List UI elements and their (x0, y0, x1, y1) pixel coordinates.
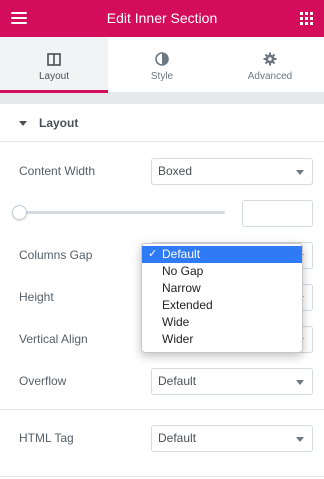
height-label: Height (19, 290, 54, 304)
option-label: Wider (162, 332, 194, 346)
caret-down-icon (19, 121, 27, 126)
dropdown-option-default[interactable]: ✓ Default (142, 246, 302, 263)
tab-layout-label: Layout (38, 71, 70, 82)
chevron-down-icon (296, 437, 304, 442)
content-width-value: Boxed (158, 164, 193, 178)
content-width-select[interactable]: Boxed (151, 158, 313, 185)
section-layout-title: Layout (39, 116, 79, 130)
overflow-label: Overflow (19, 374, 67, 388)
panel-title: Edit Inner Section (106, 10, 218, 26)
columns-gap-dropdown: ✓ Default No Gap Narrow Extended Wide Wi… (141, 243, 303, 353)
tab-style-label: Style (150, 71, 174, 82)
overflow-value: Default (158, 374, 197, 388)
tab-style[interactable]: Style (108, 37, 216, 93)
columns-gap-label: Columns Gap (19, 248, 93, 262)
width-slider-handle[interactable] (12, 205, 27, 220)
widgets-grid-icon[interactable] (300, 12, 313, 25)
panel-header: Edit Inner Section (0, 0, 324, 37)
html-tag-select[interactable]: Default (151, 425, 313, 452)
tabs-separator (0, 93, 324, 104)
overflow-select[interactable]: Default (151, 368, 313, 395)
panel-tabs: Layout Style Advanced (0, 37, 324, 93)
width-number-input[interactable] (242, 200, 313, 227)
gear-icon (216, 52, 324, 66)
dropdown-option-narrow[interactable]: Narrow (142, 280, 302, 297)
width-slider-track[interactable] (18, 211, 225, 214)
html-tag-label: HTML Tag (19, 431, 74, 445)
dropdown-option-extended[interactable]: Extended (142, 297, 302, 314)
half-circle-icon (108, 52, 216, 66)
section-layout-toggle[interactable]: Layout (0, 104, 324, 142)
option-label: Wide (162, 315, 190, 329)
dropdown-option-wide[interactable]: Wide (142, 314, 302, 331)
divider (0, 476, 324, 477)
chevron-down-icon (296, 380, 304, 385)
layout-columns-icon (0, 52, 108, 66)
dropdown-option-no-gap[interactable]: No Gap (142, 263, 302, 280)
option-label: Narrow (162, 281, 201, 295)
html-tag-value: Default (158, 431, 197, 445)
divider (0, 409, 324, 410)
content-width-label: Content Width (19, 164, 96, 178)
tab-advanced[interactable]: Advanced (216, 37, 324, 93)
dropdown-option-wider[interactable]: Wider (142, 331, 302, 348)
tab-advanced-label: Advanced (247, 71, 293, 82)
tab-layout[interactable]: Layout (0, 37, 108, 93)
vertical-align-label: Vertical Align (19, 332, 88, 346)
chevron-down-icon (296, 170, 304, 175)
checkmark-icon: ✓ (148, 248, 158, 260)
option-label: Default (162, 247, 201, 261)
option-label: No Gap (162, 264, 204, 278)
option-label: Extended (162, 298, 213, 312)
